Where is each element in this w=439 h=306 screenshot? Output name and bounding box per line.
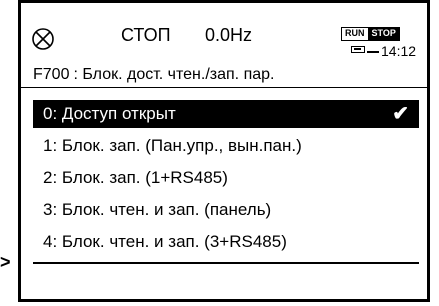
pointer-arrow: > [0,252,11,272]
lcd-screen: СТОП 0.0Hz RUN STOP 14:12 F700: Блок. до… [18,0,430,302]
option-item-3[interactable]: 3: Блок. чтен. и зап. (панель) [33,196,419,224]
option-label: 0: Доступ открыт [43,104,176,123]
checkmark-icon: ✔ [392,103,409,125]
option-label: 1: Блок. зап. (Пан.упр., вын.пан.) [43,136,302,155]
option-item-2[interactable]: 2: Блок. зап. (1+RS485) [33,164,419,192]
frequency-readout: 0.0Hz [205,25,253,45]
option-label: 2: Блок. зап. (1+RS485) [43,168,228,187]
run-badge: RUN [341,27,369,41]
status-bar: СТОП 0.0Hz RUN STOP 14:12 [21,3,427,59]
stop-badge: STOP [368,27,400,41]
option-label: 3: Блок. чтен. и зап. (панель) [43,200,272,219]
option-item-0[interactable]: 0: Доступ открыт ✔ [33,100,419,128]
battery-connector [367,51,379,53]
option-item-4[interactable]: 4: Блок. чтен. и зап. (3+RS485) [33,228,419,256]
battery-icon [351,46,365,53]
option-item-1[interactable]: 1: Блок. зап. (Пан.упр., вын.пан.) [33,132,419,160]
parameter-title: : Блок. дост. чтен./зап. пар. [73,66,275,83]
clock: 14:12 [381,43,417,59]
drive-state: СТОП [121,25,171,45]
parameter-code: F700 [33,66,70,83]
list-bottom-rule [33,262,419,264]
stop-circle-icon [32,28,54,50]
run-stop-indicator: RUN STOP [341,27,400,41]
parameter-header: F700: Блок. дост. чтен./зап. пар. [21,62,427,88]
option-label: 4: Блок. чтен. и зап. (3+RS485) [43,232,287,251]
